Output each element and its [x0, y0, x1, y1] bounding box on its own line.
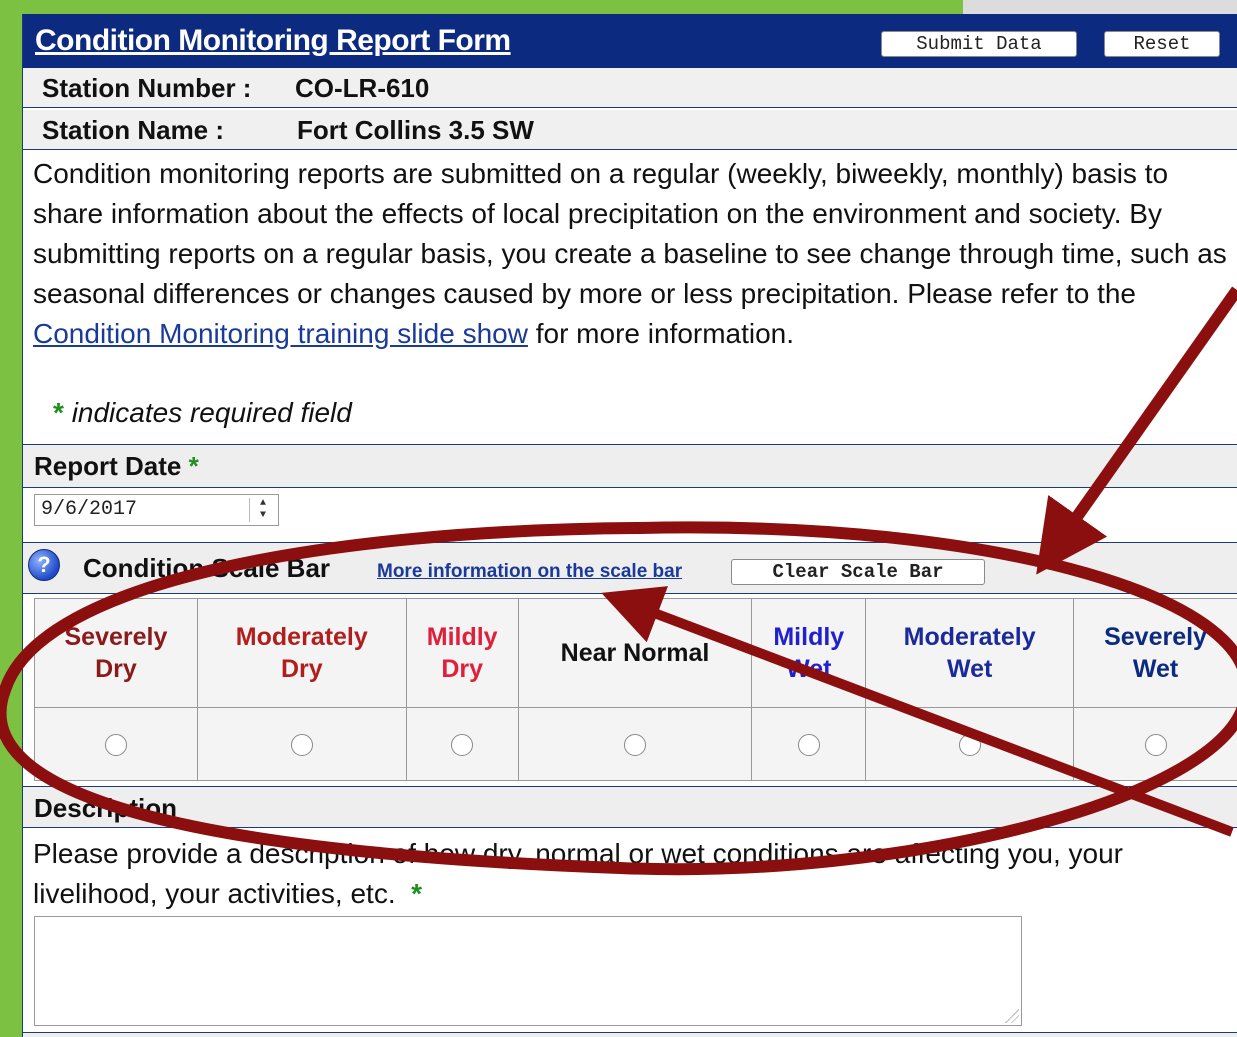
radio-mildly-dry[interactable] — [451, 734, 474, 757]
clear-scale-bar-button[interactable]: Clear Scale Bar — [731, 559, 985, 585]
form-title[interactable]: Condition Monitoring Report Form — [35, 24, 511, 58]
intro-text-part1: Condition monitoring reports are submitt… — [33, 158, 1227, 309]
station-number-value: CO-LR-610 — [295, 73, 430, 103]
required-note: * indicates required field — [53, 397, 352, 429]
report-date-section: Report Date * — [23, 444, 1237, 488]
report-date-label-text: Report Date — [34, 451, 182, 481]
report-date-value: 9/6/2017 — [41, 498, 138, 521]
reset-button[interactable]: Reset — [1104, 31, 1220, 57]
scale-option-mildly-wet: Mildly Wet — [751, 598, 867, 708]
scale-option-moderately-wet: Moderately Wet — [865, 598, 1075, 708]
radio-near-normal[interactable] — [623, 734, 646, 757]
radio-moderately-dry[interactable] — [290, 734, 313, 757]
description-prompt: Please provide a description of how dry,… — [33, 834, 1233, 914]
spinner-up-icon[interactable]: ▲ — [250, 498, 276, 510]
report-date-required-star: * — [188, 451, 199, 481]
description-label: Description — [34, 793, 178, 823]
description-textarea[interactable] — [34, 916, 1022, 1026]
description-section: Description — [23, 786, 1237, 828]
intro-text: Condition monitoring reports are submitt… — [33, 154, 1233, 354]
station-number-row: Station Number : CO-LR-610 — [23, 68, 1237, 108]
report-date-label: Report Date * — [34, 451, 199, 482]
scale-bar-info-link[interactable]: More information on the scale bar — [377, 561, 682, 583]
scale-option-mildly-dry: Mildly Dry — [405, 598, 519, 708]
required-star: * — [53, 397, 64, 428]
form-header: Condition Monitoring Report Form Submit … — [23, 14, 1237, 68]
training-slideshow-link[interactable]: Condition Monitoring training slide show — [33, 318, 528, 349]
required-note-text: indicates required field — [71, 397, 352, 428]
scale-radios-row — [34, 707, 1237, 781]
radio-moderately-wet[interactable] — [958, 734, 981, 757]
condition-scale-bar-header: ? Condition Scale Bar More information o… — [23, 542, 1237, 594]
date-spinner[interactable]: ▲ ▼ — [249, 498, 276, 522]
question-circle-icon[interactable]: ? — [28, 549, 60, 581]
radio-severely-dry[interactable] — [104, 734, 127, 757]
resize-handle-icon[interactable] — [1005, 1009, 1019, 1023]
scale-option-near-normal: Near Normal — [517, 598, 753, 708]
condition-scale-bar-label: Condition Scale Bar — [83, 553, 331, 583]
scale-option-moderately-dry: Moderately Dry — [196, 598, 407, 708]
submit-data-button[interactable]: Submit Data — [881, 31, 1077, 57]
station-name-value: Fort Collins 3.5 SW — [297, 115, 534, 145]
intro-text-part2: for more information. — [527, 318, 795, 349]
radio-severely-wet[interactable] — [1144, 734, 1167, 757]
radio-mildly-wet[interactable] — [797, 734, 820, 757]
scale-option-severely-dry: Severely Dry — [34, 598, 198, 708]
bottom-row — [23, 1032, 1237, 1037]
description-required-star: * — [411, 878, 423, 909]
station-name-label: Station Name : — [42, 115, 225, 145]
scale-labels-row: Severely Dry Moderately Dry Mildly Dry Near… — [34, 598, 1237, 708]
spinner-down-icon[interactable]: ▼ — [250, 510, 276, 522]
station-name-row: Station Name : Fort Collins 3.5 SW — [23, 110, 1237, 150]
report-date-input[interactable]: 9/6/2017 ▲ ▼ — [34, 494, 279, 526]
station-number-label: Station Number : — [42, 73, 252, 103]
description-prompt-text: Please provide a description of how dry,… — [33, 838, 1123, 909]
top-strip — [0, 0, 1237, 14]
report-form: Condition Monitoring Report Form Submit … — [22, 14, 1237, 1037]
scale-option-severely-wet: Severely Wet — [1073, 598, 1237, 708]
condition-scale-bar: Severely Dry Moderately Dry Mildly Dry Near… — [34, 598, 1237, 781]
top-strip-gray — [963, 0, 1237, 14]
